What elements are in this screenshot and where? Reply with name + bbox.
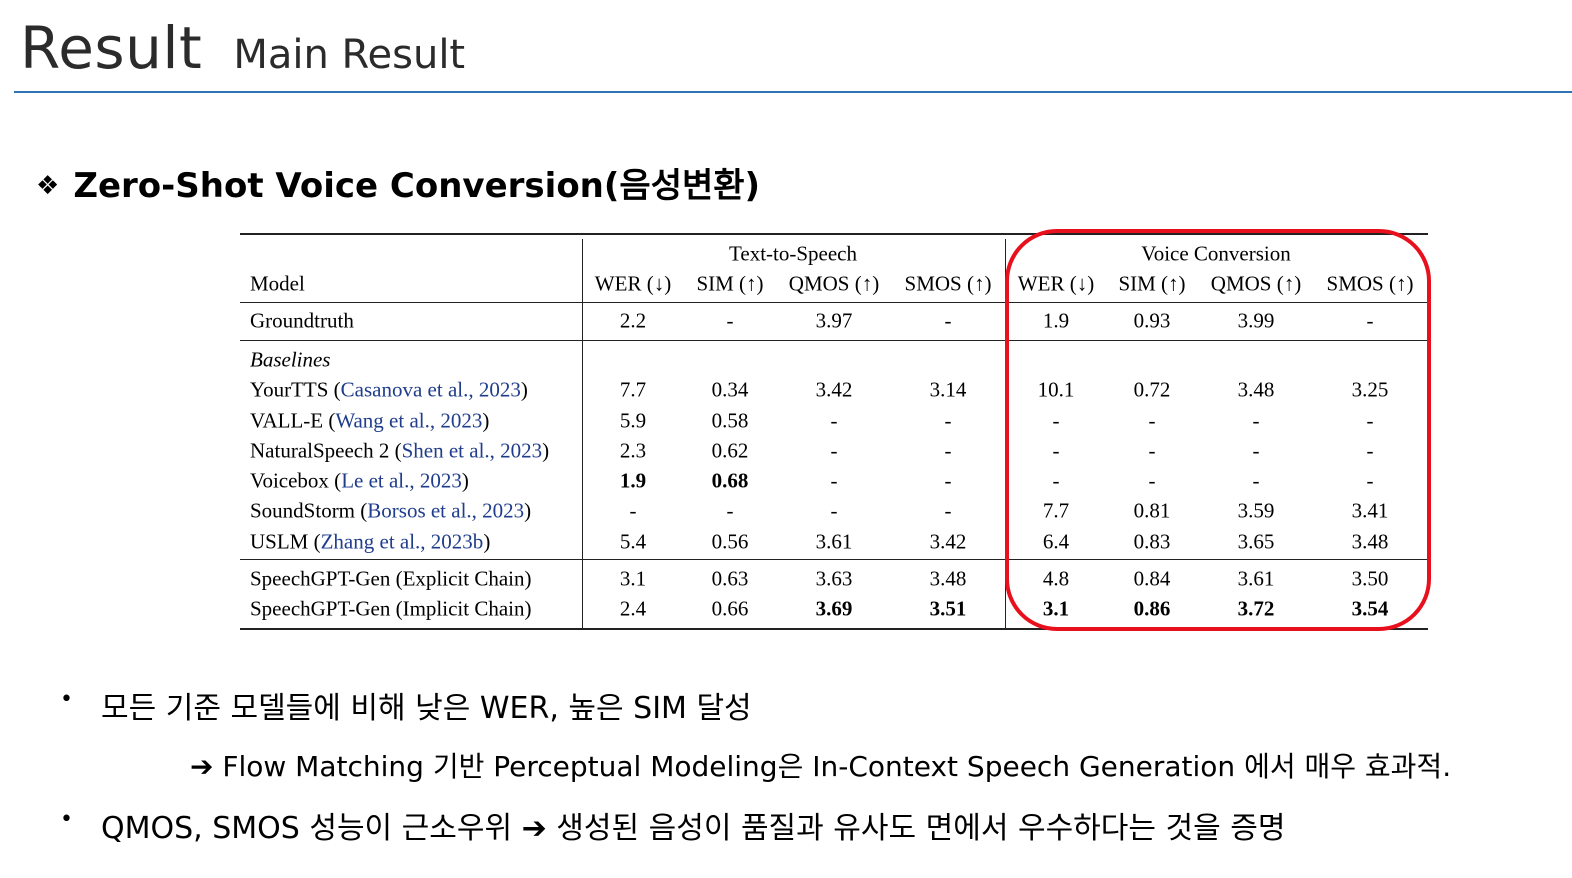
bullet-text: 모든 기준 모델들에 비해 낮은 WER, 높은 SIM 달성 — [101, 691, 752, 726]
citation-link[interactable]: Casanova et al., 2023 — [341, 378, 521, 402]
title-divider — [14, 91, 1572, 93]
citation-link[interactable]: Shen et al., 2023 — [402, 439, 543, 463]
bullet-dot-icon: • — [60, 807, 73, 832]
metric-header: SIM (↑) — [696, 271, 764, 296]
value-cell: 3.14 — [929, 377, 967, 402]
value-cell: 3.42 — [929, 529, 967, 554]
metric-header: WER (↓) — [594, 271, 672, 296]
value-cell: 3.97 — [815, 308, 853, 333]
value-cell: - — [726, 498, 734, 523]
value-cell: 2.3 — [619, 438, 647, 463]
value-cell: - — [944, 438, 952, 463]
model-name-cell: VALL-E (Wang et al., 2023) — [250, 408, 490, 433]
diamond-bullet-icon: ❖ — [36, 171, 60, 201]
title-main: Result — [20, 14, 203, 82]
value-cell: 0.66 — [711, 596, 749, 621]
bullet-item: • QMOS, SMOS 성능이 근소우위 ➔ 생성된 음성이 품질과 유사도 … — [60, 803, 1285, 847]
model-name-cell: Voicebox (Le et al., 2023) — [250, 468, 469, 493]
baselines-label: Baselines — [250, 347, 331, 372]
value-cell: - — [944, 408, 952, 433]
bullet-dot-icon: • — [60, 687, 73, 712]
model-column-header: Model — [250, 271, 305, 296]
model-name-cell: Groundtruth — [250, 308, 354, 333]
value-cell: - — [830, 438, 838, 463]
value-cell: 5.4 — [619, 529, 647, 554]
value-cell: 5.9 — [619, 408, 647, 433]
value-cell: - — [944, 308, 952, 333]
value-cell: 3.69 — [815, 596, 853, 621]
value-cell: - — [830, 408, 838, 433]
value-cell: 3.51 — [929, 596, 967, 621]
value-cell: 0.34 — [711, 377, 749, 402]
sub-bullet-item: ➔ Flow Matching 기반 Perceptual Modeling은 … — [190, 750, 1452, 783]
value-cell: 3.48 — [929, 566, 967, 591]
model-name-cell: YourTTS (Casanova et al., 2023) — [250, 377, 528, 402]
group-header-tts: Text-to-Speech — [729, 241, 857, 266]
value-cell: - — [830, 468, 838, 493]
citation-link[interactable]: Borsos et al., 2023 — [367, 499, 524, 523]
bullet-text: QMOS, SMOS 성능이 근소우위 ➔ 생성된 음성이 품질과 유사도 면에… — [101, 811, 1286, 846]
bullet-item: • 모든 기준 모델들에 비해 낮은 WER, 높은 SIM 달성 — [60, 683, 752, 727]
section-heading: ❖ Zero-Shot Voice Conversion(음성변환) — [36, 158, 760, 207]
table-model-divider — [582, 239, 584, 628]
voice-conversion-highlight-box — [1005, 229, 1431, 631]
slide-title: Result Main Result — [20, 14, 465, 82]
value-cell: 3.42 — [815, 377, 853, 402]
value-cell: 0.56 — [711, 529, 749, 554]
value-cell: 3.1 — [619, 566, 647, 591]
value-cell: 3.63 — [815, 566, 853, 591]
value-cell: 1.9 — [619, 468, 647, 493]
metric-header: QMOS (↑) — [788, 271, 880, 296]
value-cell: - — [944, 468, 952, 493]
citation-link[interactable]: Wang et al., 2023 — [335, 409, 482, 433]
value-cell: 0.68 — [711, 468, 749, 493]
citation-link[interactable]: Zhang et al., 2023b — [321, 530, 484, 554]
value-cell: 0.62 — [711, 438, 749, 463]
value-cell: - — [726, 308, 734, 333]
title-sub: Main Result — [233, 32, 466, 78]
metric-header: SMOS (↑) — [904, 271, 992, 296]
value-cell: - — [830, 498, 838, 523]
value-cell: 7.7 — [619, 377, 647, 402]
model-name-cell: SpeechGPT-Gen (Explicit Chain) — [250, 566, 532, 591]
model-name-cell: SpeechGPT-Gen (Implicit Chain) — [250, 596, 532, 621]
value-cell: - — [944, 498, 952, 523]
value-cell: - — [629, 498, 637, 523]
value-cell: 0.63 — [711, 566, 749, 591]
value-cell: 0.58 — [711, 408, 749, 433]
model-name-cell: USLM (Zhang et al., 2023b) — [250, 529, 491, 554]
value-cell: 2.4 — [619, 596, 647, 621]
model-name-cell: NaturalSpeech 2 (Shen et al., 2023) — [250, 438, 550, 463]
value-cell: 2.2 — [619, 308, 647, 333]
citation-link[interactable]: Le et al., 2023 — [341, 469, 462, 493]
section-heading-text: Zero-Shot Voice Conversion(음성변환) — [73, 166, 761, 206]
value-cell: 3.61 — [815, 529, 853, 554]
model-name-cell: SoundStorm (Borsos et al., 2023) — [250, 498, 532, 523]
